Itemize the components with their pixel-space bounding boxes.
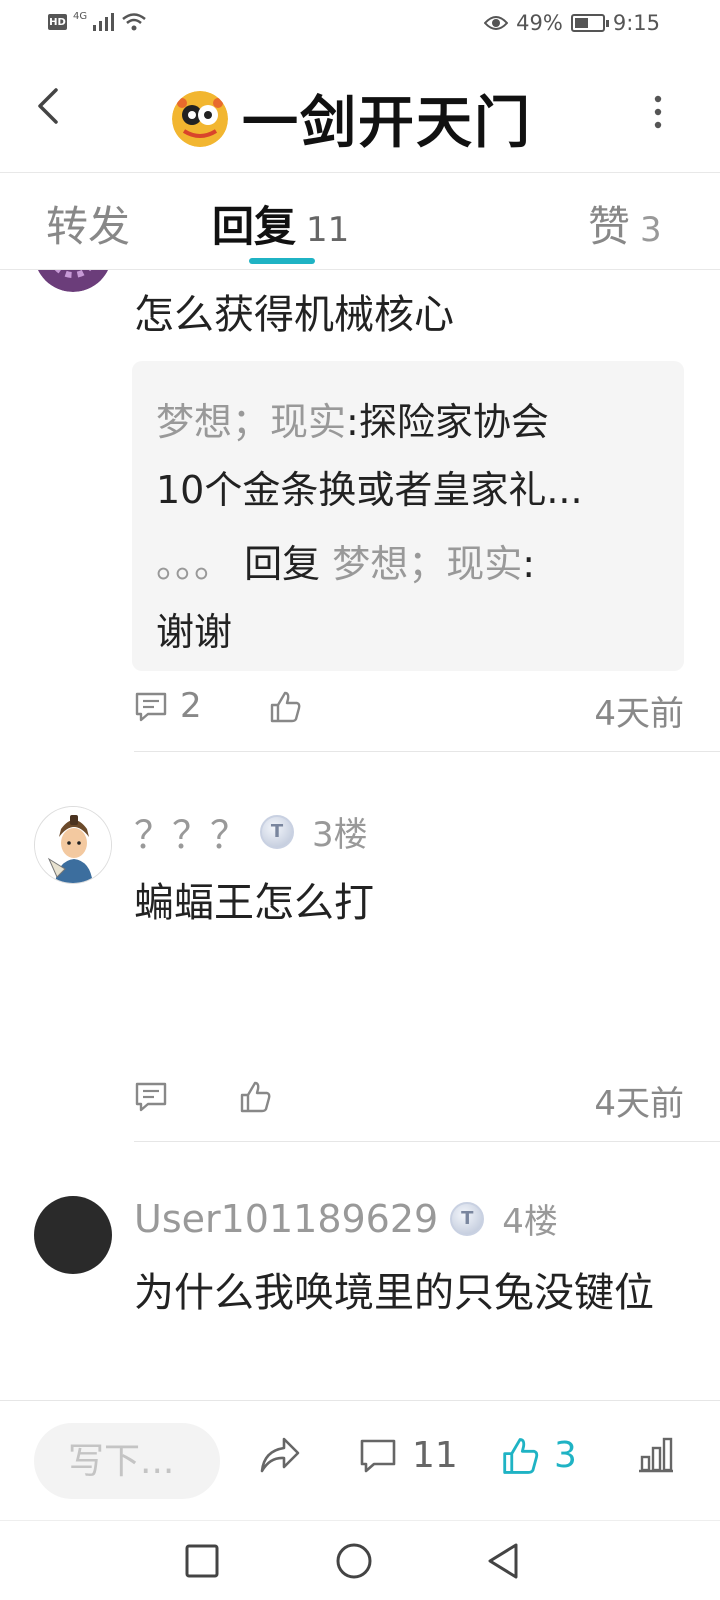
post-text: 为什么我唤境里的只兔没键位	[134, 1270, 654, 1316]
tab-count: 11	[306, 210, 350, 250]
tab-label: 赞	[588, 202, 631, 251]
avatar[interactable]	[34, 806, 112, 884]
level-badge-icon: T	[260, 814, 295, 849]
reply-list[interactable]: 怎么获得机械核心 梦想；现实:探险家协会 10个金条换或者皇家礼... 。。。 …	[0, 270, 720, 1400]
comment-icon	[360, 1439, 396, 1472]
post-text: 怎么获得机械核心	[134, 292, 454, 338]
avatar[interactable]	[34, 1196, 112, 1274]
thumbs-up-icon	[503, 1437, 539, 1474]
status-bar: HD 4G 49% 9:15	[0, 0, 720, 48]
quote-colon: :	[522, 542, 536, 586]
network-type: 4G	[73, 10, 88, 22]
post-text: 蝙蝠王怎么打	[134, 880, 374, 926]
quote-username[interactable]: 梦想；现实	[332, 542, 522, 586]
floor-number: 4楼	[502, 1202, 558, 1242]
like-count: 3	[554, 1435, 577, 1476]
level-badge-icon: T	[450, 1201, 485, 1236]
header: 一剑开天门	[0, 48, 720, 173]
post-time: 4天前	[594, 694, 684, 734]
comment-icon[interactable]	[134, 1080, 168, 1114]
tab-label: 回复	[212, 202, 297, 251]
comment-count: 2	[180, 686, 202, 726]
clock: 9:15	[612, 11, 660, 35]
page-title: 一剑开天门	[242, 91, 532, 156]
more-options-button[interactable]	[648, 92, 668, 132]
home-icon[interactable]	[332, 1539, 376, 1583]
comment-count: 11	[412, 1435, 458, 1476]
bottom-action-bar: 11 3	[0, 1400, 720, 1520]
bar-chart-icon	[639, 1437, 673, 1473]
post-meta: 2 4天前	[134, 684, 684, 734]
share-button[interactable]	[258, 1435, 302, 1475]
stats-button[interactable]	[636, 1435, 676, 1475]
system-nav-bar	[0, 1520, 720, 1600]
back-button[interactable]	[26, 82, 74, 130]
tab-forward[interactable]: 转发	[46, 193, 130, 254]
more-vertical-icon	[654, 95, 662, 129]
post-time: 4天前	[594, 1084, 684, 1124]
user-row: ？？？ T 3楼	[134, 804, 368, 859]
tab-bar: 转发 回复 11 赞 3	[0, 173, 720, 270]
quote-line: 。。。 回复 梦想；现实:	[156, 533, 535, 588]
battery-percent: 49%	[516, 11, 563, 35]
divider	[134, 1141, 720, 1142]
quote-reply-word: 回复	[244, 542, 321, 586]
user-row: User101189629 T 4楼	[134, 1194, 558, 1243]
floor-number: 3楼	[312, 815, 368, 855]
battery-fill	[574, 18, 588, 28]
forum-avatar[interactable]	[172, 90, 228, 147]
active-tab-indicator	[249, 258, 315, 264]
recent-apps-icon[interactable]	[180, 1539, 224, 1583]
username[interactable]: User101189629	[134, 1197, 438, 1241]
like-button[interactable]: 3	[500, 1435, 577, 1476]
comment-icon[interactable]	[134, 690, 168, 724]
quote-line: 谢谢	[156, 610, 233, 654]
thumbs-up-icon[interactable]	[238, 1080, 272, 1114]
reply-input[interactable]	[34, 1423, 220, 1499]
share-icon	[260, 1437, 300, 1473]
avatar[interactable]	[34, 270, 112, 292]
quoted-replies[interactable]: 梦想；现实:探险家协会 10个金条换或者皇家礼... 。。。 回复 梦想；现实:…	[132, 361, 684, 671]
post-meta: 4天前	[134, 1074, 684, 1124]
quote-line: 10个金条换或者皇家礼...	[156, 468, 583, 512]
divider	[134, 751, 720, 752]
quote-text: :探险家协会	[346, 400, 549, 444]
quote-dots: 。。。	[156, 542, 233, 586]
tab-replies[interactable]: 回复 11	[212, 193, 349, 254]
signal-icon	[93, 13, 115, 31]
thumbs-up-icon[interactable]	[268, 690, 302, 724]
tab-count: 3	[640, 210, 662, 250]
comment-button[interactable]: 11	[358, 1435, 458, 1476]
username[interactable]: ？？？	[134, 804, 248, 859]
quote-username[interactable]: 梦想；现实	[156, 400, 346, 444]
back-nav-icon[interactable]	[482, 1539, 526, 1583]
battery-icon	[570, 14, 609, 32]
tab-label: 转发	[46, 202, 131, 251]
chevron-left-icon	[38, 88, 58, 124]
quote-line: 梦想；现实:探险家协会	[156, 391, 549, 446]
eye-icon	[484, 16, 509, 30]
wifi-icon	[122, 13, 146, 31]
hd-icon: HD	[48, 14, 67, 30]
tab-likes[interactable]: 赞 3	[588, 193, 662, 254]
